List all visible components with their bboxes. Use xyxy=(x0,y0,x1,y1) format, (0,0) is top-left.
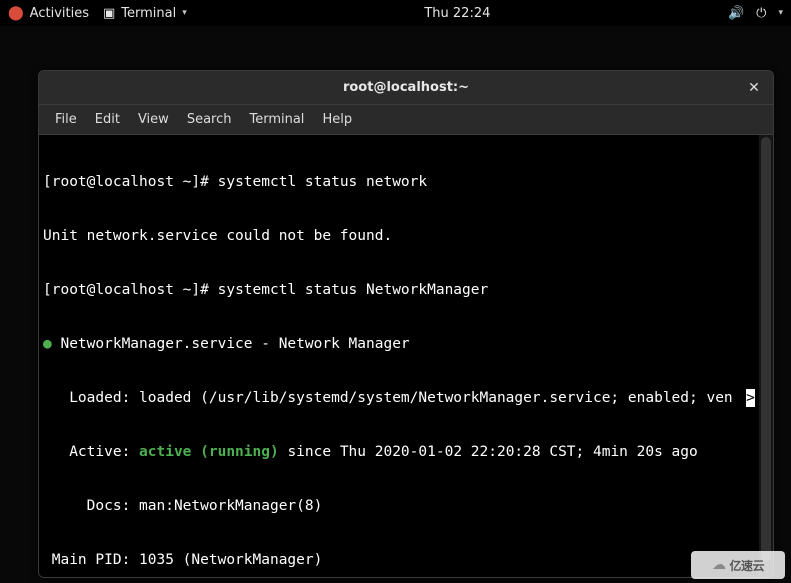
scroll-thumb[interactable] xyxy=(761,137,771,561)
prompt: [root@localhost ~]# xyxy=(43,174,218,190)
watermark-text: 亿速云 xyxy=(729,557,764,574)
chevron-down-icon[interactable]: ▾ xyxy=(778,8,783,18)
cloud-icon: ☁ xyxy=(712,557,726,573)
prompt: [root@localhost ~]# xyxy=(43,282,218,298)
label: Active: xyxy=(43,444,139,460)
activities-button[interactable]: ⬤ Activities xyxy=(8,5,89,21)
output-line: Main PID: 1035 (NetworkManager) xyxy=(43,551,771,569)
titlebar[interactable]: root@localhost:~ ✕ xyxy=(39,71,773,105)
window-title: root@localhost:~ xyxy=(343,80,469,95)
clock[interactable]: Thu 22:24 xyxy=(424,6,490,21)
app-menu-label: Terminal xyxy=(121,6,176,21)
status-dot-icon: ● xyxy=(43,336,52,352)
menu-view[interactable]: View xyxy=(130,108,177,131)
terminal-icon: ▣ xyxy=(103,6,115,21)
terminal-output[interactable]: [root@localhost ~]# systemctl status net… xyxy=(39,135,773,577)
value: loaded (/usr/lib/systemd/system/NetworkM… xyxy=(139,390,733,406)
menu-terminal[interactable]: Terminal xyxy=(241,108,312,131)
volume-icon[interactable]: 🔊 xyxy=(728,6,744,21)
gnome-top-panel: ⬤ Activities ▣ Terminal ▾ Thu 22:24 🔊 ⏻ … xyxy=(0,0,791,26)
activities-label: Activities xyxy=(30,6,89,21)
chevron-down-icon: ▾ xyxy=(182,8,187,18)
app-menu[interactable]: ▣ Terminal ▾ xyxy=(103,6,187,21)
output-line: Docs: man:NetworkManager(8) xyxy=(43,497,771,515)
menubar: File Edit View Search Terminal Help xyxy=(39,105,773,135)
label: Loaded: xyxy=(43,390,139,406)
red-hat-icon: ⬤ xyxy=(8,5,24,21)
watermark-badge: ☁ 亿速云 xyxy=(691,551,785,579)
menu-file[interactable]: File xyxy=(47,108,85,131)
power-icon[interactable]: ⏻ xyxy=(756,6,766,21)
service-name: NetworkManager.service - Network Manager xyxy=(52,336,410,352)
command: systemctl status network xyxy=(218,174,428,190)
command: systemctl status NetworkManager xyxy=(218,282,489,298)
menu-search[interactable]: Search xyxy=(179,108,240,131)
output-line: Unit network.service could not be found. xyxy=(43,227,771,245)
close-icon: ✕ xyxy=(748,80,760,96)
active-status: active (running) xyxy=(139,444,279,460)
menu-help[interactable]: Help xyxy=(314,108,360,131)
since: since Thu 2020-01-02 22:20:28 CST; 4min … xyxy=(279,444,698,460)
truncation-indicator: > xyxy=(746,389,755,407)
menu-edit[interactable]: Edit xyxy=(87,108,128,131)
close-button[interactable]: ✕ xyxy=(743,77,765,99)
scrollbar[interactable] xyxy=(759,135,773,577)
terminal-window: root@localhost:~ ✕ File Edit View Search… xyxy=(38,70,774,578)
